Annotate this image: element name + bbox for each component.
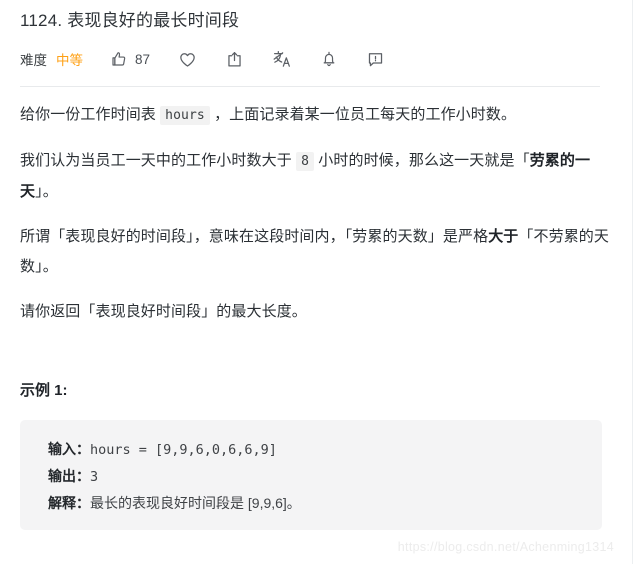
problem-toolbar: 难度 中等 87 [20,45,385,73]
difficulty-badge: 中等 [56,53,83,68]
like-count: 87 [135,51,151,67]
example-output-label: 输出： [48,468,90,484]
difficulty-label: 难度 [20,53,47,68]
example-input-value: hours = [9,9,6,0,6,6,9] [90,442,277,458]
thumbs-up-icon [110,50,128,68]
inline-code-eight: 8 [296,152,315,171]
favorite-button[interactable] [178,50,197,69]
share-button[interactable] [225,50,244,69]
p2-text-c: 」。 [35,183,58,200]
example-explanation-line: 解释：最长的表现良好时间段是 [9,9,6]。 [48,490,602,517]
example-output-value: 3 [90,469,99,485]
comment-report-icon [366,50,385,69]
translate-button[interactable] [272,49,292,69]
share-icon [225,50,244,69]
p3-text-a: 所谓「表现良好的时间段」，意味在这段时间内，「劳累的天数」是严格 [20,228,489,245]
example-heading: 示例 1: [20,382,68,399]
like-button[interactable]: 87 [110,50,150,68]
bell-icon [320,50,338,68]
description-paragraph-2: 我们认为当员工一天中的工作小时数大于 8 小时的时候，那么这一天就是「劳累的一天… [20,146,612,207]
example-code-block: 输入：hours = [9,9,6,0,6,6,9] 输出：3 解释：最长的表现… [20,420,602,530]
inline-code-hours: hours [160,106,210,125]
p1-text-b: ，上面记录着某一位员工每天的工作小时数。 [209,106,517,123]
translate-icon [272,49,292,69]
p2-text-b: 小时的时候，那么这一天就是「 [314,152,530,169]
description-paragraph-1: 给你一份工作时间表 hours ，上面记录着某一位员工每天的工作小时数。 [20,100,612,131]
watermark: https://blog.csdn.net/Achenming1314 [397,540,614,554]
example-input-line: 输入：hours = [9,9,6,0,6,6,9] [48,436,602,463]
header-divider [20,86,600,87]
description-paragraph-3: 所谓「表现良好的时间段」，意味在这段时间内，「劳累的天数」是严格大于「不劳累的天… [20,222,612,282]
description-paragraph-4: 请你返回「表现良好时间段」的最大长度。 [20,303,307,320]
heart-icon [178,50,197,69]
example-output-line: 输出：3 [48,463,602,490]
example-input-label: 输入： [48,441,90,457]
p2-text-a: 我们认为当员工一天中的工作小时数大于 [20,152,297,169]
p3-emphasis-greater-than: 大于 [488,228,519,245]
example-explanation-value: 最长的表现良好时间段是 [9,9,6]。 [90,495,301,511]
feedback-button[interactable] [366,50,385,69]
page-title: 1124. 表现良好的最长时间段 [20,11,240,30]
p1-text-a: 给你一份工作时间表 [20,106,161,123]
problem-page: 1124. 表现良好的最长时间段 难度 中等 87 给你一份工作时间表 hour… [0,0,633,564]
problem-description: 给你一份工作时间表 hours ，上面记录着某一位员工每天的工作小时数。 我们认… [20,100,612,340]
notification-button[interactable] [320,50,338,68]
example-explanation-label: 解释： [48,495,90,511]
